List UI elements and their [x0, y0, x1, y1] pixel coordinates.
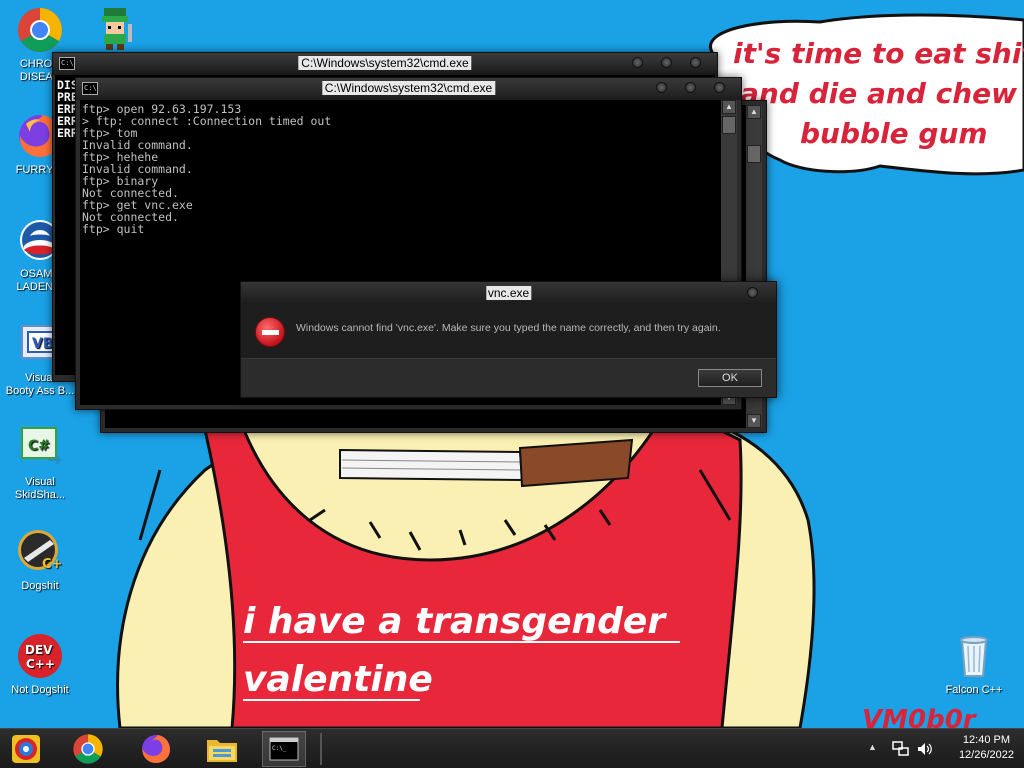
start-button[interactable] [4, 731, 48, 767]
chrome-icon [73, 734, 103, 764]
scroll-thumb[interactable] [747, 145, 761, 163]
character-drawing: i have a transgender valentine [116, 418, 816, 728]
taskbar: C:\_ ▲ 12:40 PM 12/26/2022 [0, 728, 1024, 768]
pixel-character-sprite [92, 6, 140, 52]
error-dialog-content: Windows cannot find 'vnc.exe'. Make sure… [241, 304, 776, 360]
desktop-icon-visual-csharp[interactable]: C# Visual SkidSha... [0, 424, 80, 502]
dev-cpp-icon: DEV C++ [18, 634, 62, 678]
desktop-icon-label: Dogshit [21, 580, 59, 592]
cmd-window-back-titlebar[interactable]: C:\ C:\Windows\system32\cmd.exe [53, 53, 717, 75]
taskbar-file-explorer[interactable] [200, 731, 244, 767]
desktop-icon-falcon-cpp[interactable]: Falcon C++ [934, 632, 1014, 697]
console-line: ftp> quit [82, 222, 145, 236]
cmd-window-front-title: C:\Windows\system32\cmd.exe [321, 81, 496, 95]
scroll-down-arrow[interactable]: ▼ [747, 414, 761, 428]
speech-text-line1: it's time to eat shit [733, 37, 1024, 70]
taskbar-cmd[interactable]: C:\_ [262, 731, 306, 767]
scroll-thumb[interactable] [722, 116, 736, 134]
clock-date: 12/26/2022 [958, 749, 1014, 761]
close-button[interactable] [690, 57, 701, 68]
start-orb-icon [12, 735, 40, 763]
cmd-window-front-titlebar[interactable]: C:\ C:\Windows\system32\cmd.exe [76, 78, 741, 100]
maximize-button[interactable] [661, 57, 672, 68]
desktop-icon-label: Not Dogshit [11, 684, 69, 696]
speech-text-line3: bubble gum [800, 117, 988, 150]
taskbar-chrome[interactable] [66, 731, 110, 767]
svg-text:C++: C++ [26, 657, 55, 671]
error-dialog-title: vnc.exe [485, 286, 532, 300]
clock-time: 12:40 PM [962, 734, 1011, 746]
error-dialog-footer: OK [241, 358, 776, 397]
svg-text:VB: VB [32, 336, 54, 352]
file-explorer-icon [207, 740, 237, 762]
csharp-icon: C# [21, 427, 63, 465]
maximize-button[interactable] [685, 82, 696, 93]
scroll-up-arrow[interactable]: ▲ [722, 100, 736, 114]
minimize-button[interactable] [632, 57, 643, 68]
artist-signature: VM0b0r [862, 705, 978, 728]
ok-button[interactable]: OK [698, 369, 762, 387]
cmd-icon: C:\_ [269, 737, 299, 761]
shirt-text-line1: i have a transgender [243, 601, 667, 642]
svg-text:C#: C# [28, 438, 50, 454]
error-dialog-titlebar[interactable]: vnc.exe [241, 282, 776, 304]
cmd-icon: C:\ [59, 57, 75, 70]
console-output: ftp> open 92.63.197.153 > ftp: connect :C… [82, 103, 331, 235]
svg-text:C:\_: C:\_ [272, 745, 287, 752]
show-hidden-icons-button[interactable]: ▲ [868, 742, 877, 752]
cmd-window-back-title: C:\Windows\system32\cmd.exe [298, 56, 472, 70]
taskbar-firefox[interactable] [134, 731, 178, 767]
error-message: Windows cannot find 'vnc.exe'. Make sure… [296, 322, 721, 334]
clock[interactable]: 12:40 PM 12/26/2022 [959, 733, 1014, 763]
desktop-icon-dogshit[interactable]: C++ Dogshit [0, 528, 80, 593]
scroll-up-arrow[interactable]: ▲ [747, 105, 761, 119]
volume-icon[interactable] [916, 741, 934, 757]
firefox-icon [142, 735, 170, 763]
error-dialog[interactable]: vnc.exe Windows cannot find 'vnc.exe'. M… [240, 281, 777, 398]
desktop-icon-label: Visual SkidSha... [14, 476, 66, 501]
taskbar-separator [320, 733, 322, 765]
close-button[interactable] [747, 287, 758, 298]
close-button[interactable] [714, 82, 725, 93]
svg-text:DEV: DEV [25, 643, 53, 657]
desktop-icon-not-dogshit[interactable]: DEV C++ Not Dogshit [0, 632, 80, 697]
desktop-icon-label: Falcon C++ [945, 684, 1003, 696]
error-icon [255, 317, 285, 347]
minimize-button[interactable] [656, 82, 667, 93]
network-icon[interactable] [892, 741, 910, 757]
chrome-icon [18, 8, 62, 52]
shirt-text-line2: valentine [243, 659, 433, 700]
speech-text-line2: and die and chew [740, 77, 1017, 110]
cpp-builder-icon: C++ [18, 530, 64, 572]
cmd-icon: C:\ [82, 82, 98, 95]
recycle-bin-icon [960, 636, 988, 677]
svg-text:C++: C++ [42, 557, 64, 572]
